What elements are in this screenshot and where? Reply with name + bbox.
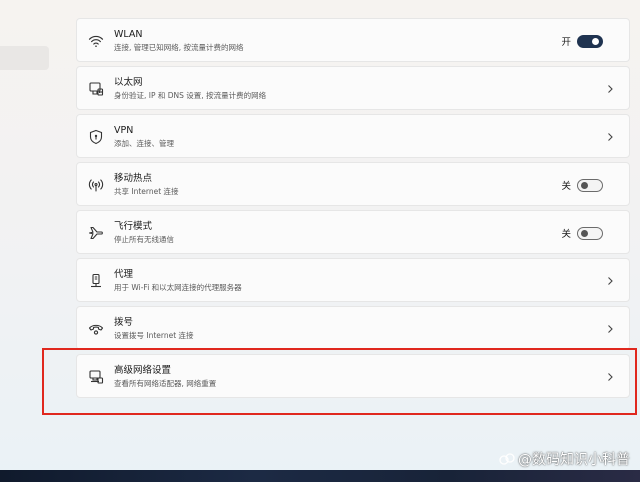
hotspot-icon: [87, 176, 104, 193]
wlan-toggle-group: 开: [561, 33, 603, 49]
setting-row-proxy[interactable]: 代理 用于 Wi-Fi 和以太网连接的代理服务器: [76, 258, 630, 302]
ethernet-icon: [87, 80, 104, 97]
setting-subtitle: 停止所有无线通信: [114, 235, 174, 244]
toggle-knob: [592, 37, 599, 45]
wlan-toggle[interactable]: [577, 34, 603, 48]
dialup-icon: [87, 320, 104, 337]
watermark: @数码知识小科普: [499, 449, 630, 469]
setting-row-dialup[interactable]: 拨号 设置拨号 Internet 连接: [76, 306, 630, 350]
toggle-state-label: 关: [561, 181, 571, 192]
setting-row-vpn[interactable]: VPN 添加、连接、管理: [76, 114, 630, 158]
chevron-right-icon: [605, 275, 615, 287]
highlight-box: [42, 348, 637, 415]
setting-title: 移动热点: [114, 173, 153, 184]
setting-row-airplane[interactable]: 飞行模式 停止所有无线通信 关: [76, 210, 630, 254]
chevron-right-icon: [605, 83, 615, 95]
airplane-toggle-group: 关: [561, 225, 603, 241]
toggle-state-label: 开: [561, 37, 571, 48]
hotspot-toggle-group: 关: [561, 177, 603, 193]
setting-title: 以太网: [114, 77, 143, 88]
watermark-text: @数码知识小科普: [518, 452, 630, 468]
setting-row-hotspot[interactable]: 移动热点 共享 Internet 连接 关: [76, 162, 630, 206]
setting-title: 飞行模式: [114, 221, 153, 232]
watermark-logo-icon: [499, 453, 515, 465]
setting-title: WLAN: [114, 29, 143, 40]
setting-subtitle: 共享 Internet 连接: [114, 187, 179, 196]
network-settings-list: WLAN 连接, 管理已知网络, 按流量计费的网络 开 以太网 身份验证, IP…: [76, 18, 630, 402]
setting-row-wlan[interactable]: WLAN 连接, 管理已知网络, 按流量计费的网络 开: [76, 18, 630, 62]
taskbar-strip: [0, 470, 640, 482]
proxy-icon: [87, 272, 104, 289]
setting-title: 代理: [114, 269, 134, 280]
toggle-knob: [581, 181, 588, 189]
setting-title: 拨号: [114, 317, 134, 328]
toggle-knob: [581, 229, 588, 237]
setting-subtitle: 设置拨号 Internet 连接: [114, 331, 194, 340]
setting-subtitle: 用于 Wi-Fi 和以太网连接的代理服务器: [114, 283, 242, 292]
sidebar-selected-item[interactable]: [0, 46, 49, 70]
hotspot-toggle[interactable]: [577, 178, 603, 192]
toggle-state-label: 关: [561, 229, 571, 240]
setting-row-ethernet[interactable]: 以太网 身份验证, IP 和 DNS 设置, 按流量计费的网络: [76, 66, 630, 110]
chevron-right-icon: [605, 131, 615, 143]
setting-title: VPN: [114, 125, 134, 136]
airplane-toggle[interactable]: [577, 226, 603, 240]
shield-icon: [87, 128, 104, 145]
setting-subtitle: 连接, 管理已知网络, 按流量计费的网络: [114, 43, 244, 52]
airplane-icon: [87, 224, 104, 241]
setting-subtitle: 身份验证, IP 和 DNS 设置, 按流量计费的网络: [114, 91, 267, 100]
wifi-icon: [87, 32, 104, 49]
chevron-right-icon: [605, 323, 615, 335]
setting-subtitle: 添加、连接、管理: [114, 139, 174, 148]
